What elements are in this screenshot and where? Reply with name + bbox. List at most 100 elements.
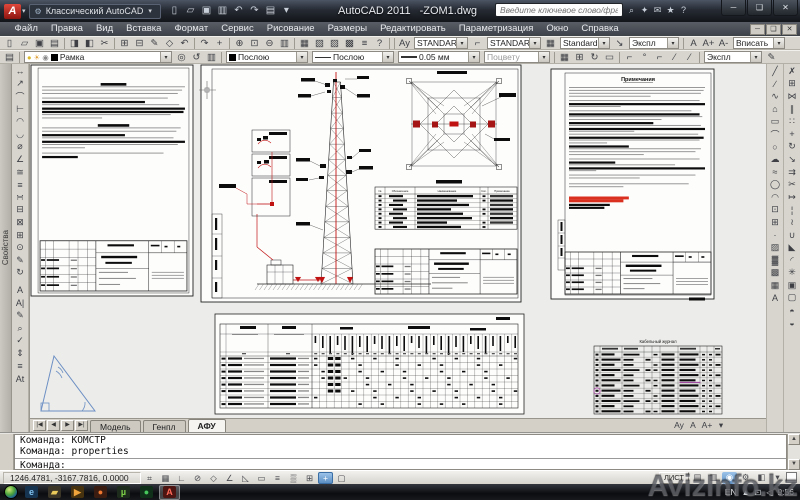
mleader-style-icon[interactable]: ↘ (612, 37, 627, 49)
tolerance-icon[interactable]: ⊞ (13, 229, 28, 242)
scale-icon[interactable]: ↘ (785, 153, 800, 166)
properties-palette-tab[interactable]: Свойства (0, 64, 12, 432)
layout-switch-button[interactable]: ЛИСТ (658, 471, 689, 484)
line-icon[interactable]: ╱ (768, 65, 783, 78)
polygon-icon[interactable]: ⌂ (768, 103, 783, 116)
dim-style-select-arrow-icon[interactable]: ▾ (529, 38, 540, 48)
tool-palettes-icon[interactable]: ▧ (312, 37, 327, 49)
menu-modify[interactable]: Редактировать (374, 22, 453, 36)
sheet-notes[interactable]: Примечания (549, 64, 719, 308)
text-style-select-arrow-icon[interactable]: ▾ (456, 38, 467, 48)
chamfer-icon[interactable]: ◣ (785, 241, 800, 254)
clean-screen-button[interactable] (786, 472, 797, 483)
zoom-window-icon[interactable]: ⊡ (247, 37, 262, 49)
revision-cloud-icon[interactable]: ☁ (768, 153, 783, 166)
ucs-world-icon[interactable]: ° (637, 51, 652, 63)
design-center-icon[interactable]: ▦ (297, 37, 312, 49)
break-at-point-icon[interactable]: ¦ (785, 204, 800, 217)
doc-close-button[interactable]: ✕ (782, 23, 797, 35)
mleader-style-select[interactable]: Экспл ▾ (629, 37, 679, 49)
dim-continue-icon[interactable]: ∺ (13, 191, 28, 204)
create-block-icon[interactable]: ⊞ (768, 216, 783, 229)
plot-icon[interactable]: ▤ (263, 4, 278, 18)
help-icon[interactable]: ? (677, 3, 690, 17)
undo-icon[interactable]: ↶ (231, 4, 246, 18)
sheet-tower-drawing[interactable]: № Обозначение Наименование Кол. Примечание (199, 64, 524, 304)
spline-icon[interactable]: ≈ (768, 166, 783, 179)
zoom-previous-icon[interactable]: ⊖ (262, 37, 277, 49)
insert-block-icon[interactable]: ⊡ (768, 204, 783, 217)
rotate-icon[interactable]: ↻ (785, 141, 800, 154)
zoom-realtime-icon[interactable]: ⊕ (232, 37, 247, 49)
linetype-select[interactable]: Послою ▾ (312, 51, 394, 63)
toolbar-lock-icon[interactable]: ◧ (754, 472, 769, 484)
taskbar-media-player[interactable]: ▶ (67, 485, 88, 500)
named-ucs-icon[interactable]: ⌐ (622, 51, 637, 63)
minimize-button[interactable]: ─ (721, 0, 746, 16)
stretch-icon[interactable]: ⇉ (785, 166, 800, 179)
color-select[interactable]: Послою ▾ (226, 51, 308, 63)
markup-set-manager-icon[interactable]: ▩ (342, 37, 357, 49)
multileader-style-icon[interactable]: ✎ (764, 51, 779, 63)
convert-text-icon[interactable]: At (13, 372, 28, 385)
taskbar-utorrent[interactable]: µ (113, 485, 134, 500)
annotation-scale-icon[interactable]: Ay (672, 419, 686, 431)
dim-jogged-icon[interactable]: ◡ (13, 128, 28, 141)
sheet-specification-table[interactable] (212, 312, 527, 416)
annotation-visibility-icon[interactable]: A (686, 419, 700, 431)
cut-icon[interactable]: ✂ (97, 37, 112, 49)
taskbar-green-app[interactable]: ● (136, 485, 157, 500)
clock[interactable]: 9:56 (777, 487, 794, 497)
annotation-add-scale-icon[interactable]: A+ (701, 37, 716, 49)
menu-file[interactable]: Файл (8, 22, 44, 36)
gradient-icon[interactable]: ▓ (768, 254, 783, 267)
annotation-scale-select-arrow-icon[interactable]: ▾ (773, 38, 784, 48)
triangle-sketch[interactable] (38, 353, 100, 417)
menu-draw[interactable]: Рисование (260, 22, 321, 36)
save-icon[interactable]: ▣ (199, 4, 214, 18)
single-line-text-icon[interactable]: A| (13, 297, 28, 310)
steering-wheel-icon[interactable]: ◉ (722, 471, 737, 484)
dim-space-icon[interactable]: ⊟ (13, 204, 28, 217)
center-mark-icon[interactable]: ⊙ (13, 241, 28, 254)
rectangle-icon[interactable]: ▭ (768, 115, 783, 128)
table-tool-icon[interactable]: ▦ (557, 51, 572, 63)
mleader-style-select-2-arrow-icon[interactable]: ▾ (750, 52, 761, 62)
block-editor-icon[interactable]: ◇ (162, 37, 177, 49)
polar-toggle[interactable]: ⊘ (190, 472, 205, 484)
volume-icon[interactable]: ◁ (766, 488, 772, 497)
search-icon[interactable]: ⌕ (625, 3, 638, 17)
polyline-icon[interactable]: ∿ (768, 90, 783, 103)
layer-select-arrow-icon[interactable]: ▾ (160, 52, 171, 62)
command-history[interactable]: Команда: КОМСТР Команда: properties Кома… (14, 434, 787, 471)
dim-edit-icon[interactable]: ✎ (13, 254, 28, 267)
sheet-text-document-left[interactable] (30, 64, 194, 297)
mtext-icon[interactable]: A (13, 284, 28, 297)
workspace-switching-icon[interactable]: ⚙ (738, 472, 753, 484)
save-icon[interactable]: ▣ (32, 37, 47, 49)
doc-restore-button[interactable]: ❑ (766, 23, 781, 35)
plot-icon[interactable]: ▤ (47, 37, 62, 49)
erase-icon[interactable]: ✗ (785, 65, 800, 78)
new-icon[interactable]: ▯ (2, 37, 17, 49)
dim-baseline-icon[interactable]: ≡ (13, 178, 28, 191)
update-fields-icon[interactable]: ↻ (587, 51, 602, 63)
annotation-scale-select[interactable]: Вписать ▾ (733, 37, 785, 49)
dim-angular-icon[interactable]: ∠ (13, 153, 28, 166)
dim-style-select[interactable]: STANDARD▾ (487, 37, 541, 49)
transparency-toggle[interactable]: ▒ (286, 472, 301, 484)
fillet-icon[interactable]: ◜ (785, 254, 800, 267)
doc-minimize-button[interactable]: ─ (750, 23, 765, 35)
tab-genplan[interactable]: Генпл (142, 420, 186, 432)
annotation-monitor-toggle[interactable]: ▢ (334, 472, 349, 484)
field-tool-icon[interactable]: ⊞ (572, 51, 587, 63)
table-style-select[interactable]: Standard ▾ (560, 37, 610, 49)
ducs-toggle[interactable]: ◺ (238, 472, 253, 484)
arc-icon[interactable]: ⌒ (768, 128, 783, 141)
dim-style-icon[interactable]: ⌐ (470, 37, 485, 49)
menu-view[interactable]: Вид (89, 22, 119, 36)
help-search-input[interactable] (495, 3, 623, 17)
match-properties-icon[interactable]: ✎ (147, 37, 162, 49)
tab-last-button[interactable]: ▶| (75, 420, 88, 431)
snap-toggle[interactable]: ⌗ (142, 472, 157, 484)
